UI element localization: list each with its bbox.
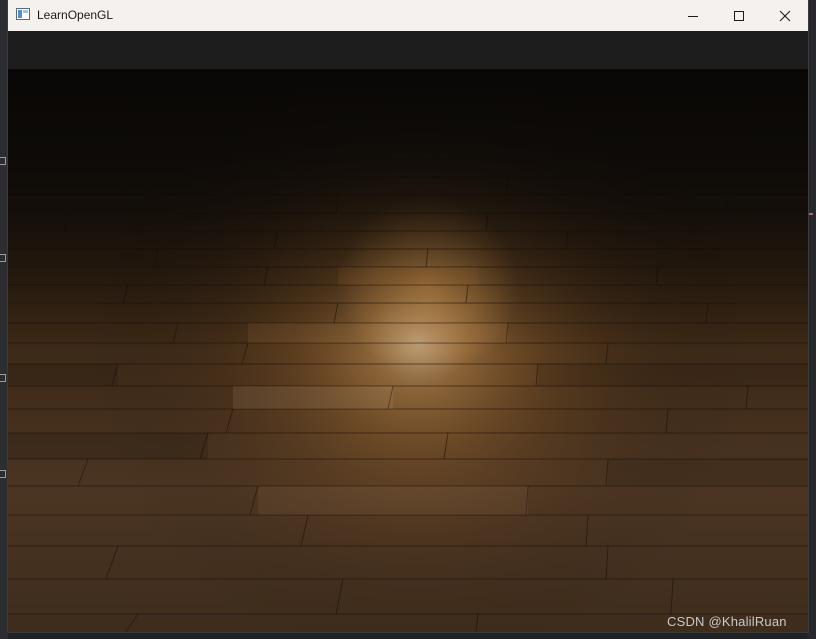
background-marker-right [809, 213, 813, 215]
window-title: LearnOpenGL [37, 8, 114, 22]
maximize-icon [734, 10, 744, 21]
minimize-icon [688, 15, 698, 17]
background-window-edge [0, 0, 8, 639]
distance-fade [8, 69, 808, 632]
viewport-top-band [8, 31, 808, 69]
opengl-app-icon [16, 8, 30, 20]
title-bar[interactable]: LearnOpenGL [8, 0, 808, 32]
opengl-render-viewport[interactable] [8, 31, 808, 632]
background-marker [0, 157, 6, 165]
minimize-button[interactable] [670, 0, 716, 31]
maximize-button[interactable] [716, 0, 762, 31]
opengl-window: LearnOpenGL [8, 0, 808, 632]
close-icon [779, 10, 791, 21]
csdn-watermark: CSDN @KhalilRuan [667, 614, 787, 629]
background-marker [0, 374, 6, 382]
wood-floor-scene [8, 31, 808, 632]
background-marker [0, 254, 6, 262]
close-button[interactable] [762, 0, 808, 31]
background-marker [0, 470, 6, 478]
background-window-edge-right [807, 0, 816, 639]
